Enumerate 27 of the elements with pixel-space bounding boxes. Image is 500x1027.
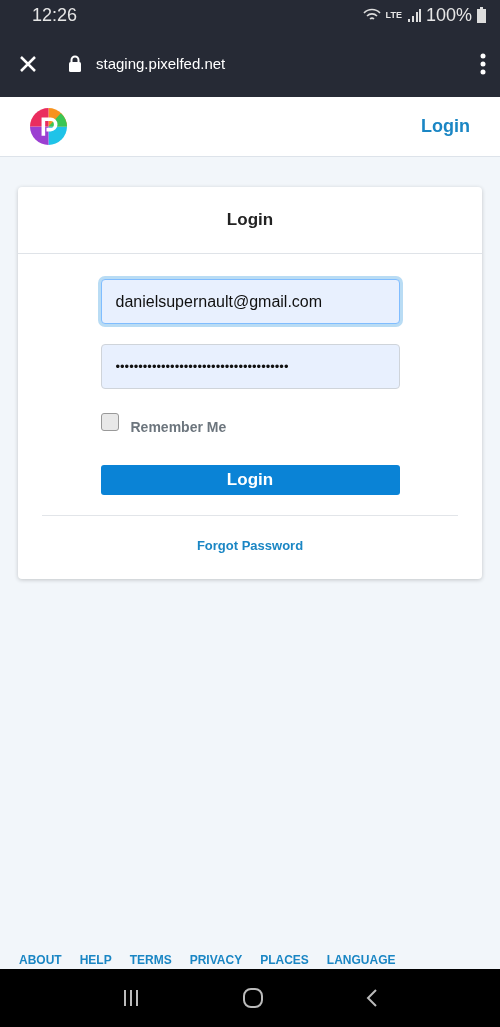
close-icon[interactable]	[18, 53, 38, 74]
battery-icon	[477, 7, 486, 23]
remember-checkbox[interactable]	[100, 413, 119, 431]
footer-link[interactable]: ABOUT	[19, 953, 62, 967]
lock-icon	[68, 55, 82, 72]
menu-icon[interactable]	[480, 52, 486, 75]
wifi-icon	[362, 8, 381, 22]
home-icon[interactable]	[242, 988, 264, 1008]
login-link[interactable]: Login	[421, 116, 470, 137]
footer-link[interactable]: HELP	[79, 953, 112, 967]
card-title: Login	[226, 210, 274, 230]
footer-link[interactable]: LANGUAGE	[326, 953, 396, 967]
forgot-password-link[interactable]: Forgot Password	[196, 538, 304, 553]
email-field[interactable]: danielsupernault@gmail.com	[100, 279, 400, 324]
footer-link[interactable]: TERMS	[129, 953, 172, 967]
remember-label: Remember Me	[130, 419, 227, 435]
login-button[interactable]: Login	[100, 465, 400, 495]
battery-level: 100%	[425, 4, 472, 26]
clock: 12:26	[32, 4, 79, 26]
logo-icon[interactable]	[30, 108, 67, 145]
url-text[interactable]: staging.pixelfed.net	[96, 55, 480, 72]
footer-link[interactable]: PRIVACY	[189, 953, 243, 967]
footer-link[interactable]: PLACES	[260, 953, 309, 967]
network-type: LTE	[385, 10, 402, 20]
password-field[interactable]: ••••••••••••••••••••••••••••••••••••••	[100, 344, 400, 389]
signal-icon	[406, 8, 421, 22]
back-icon[interactable]	[365, 988, 380, 1008]
